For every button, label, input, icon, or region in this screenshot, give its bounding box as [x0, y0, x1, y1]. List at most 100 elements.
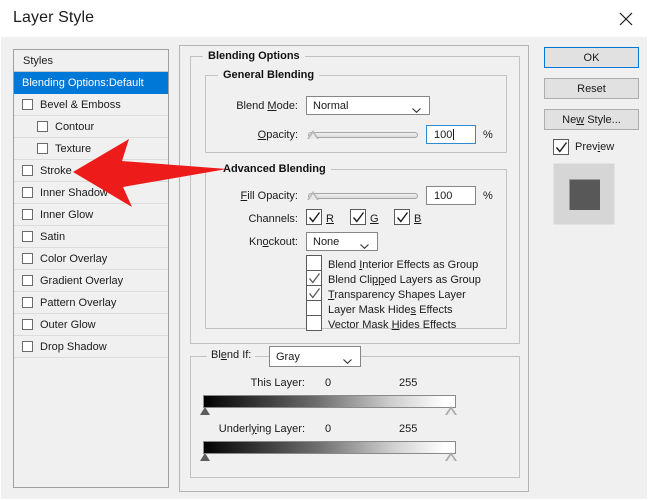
- fill-opacity-input[interactable]: 100: [426, 186, 476, 205]
- style-item-stroke[interactable]: Stroke: [14, 160, 168, 182]
- styles-list[interactable]: Blending Options:Default Bevel & Emboss …: [14, 72, 168, 358]
- channel-checkbox-r[interactable]: [306, 209, 322, 225]
- style-item-label: Stroke: [40, 164, 72, 177]
- ok-button-label: OK: [583, 51, 600, 64]
- style-checkbox[interactable]: [22, 231, 33, 242]
- style-item-blending-options[interactable]: Blending Options:Default: [14, 72, 168, 94]
- opacity-unit: %: [483, 129, 493, 141]
- blend-clipped-layers-checkbox[interactable]: [306, 270, 322, 286]
- channels-label: Channels:: [248, 213, 298, 225]
- advanced-blending-legend: Advanced Blending: [218, 163, 331, 175]
- transparency-shapes-layer-checkbox[interactable]: [306, 285, 322, 301]
- style-checkbox[interactable]: [22, 253, 33, 264]
- fill-opacity-label: Fill Opacity:: [240, 190, 298, 202]
- knockout-value: None: [313, 235, 340, 248]
- style-checkbox[interactable]: [37, 143, 48, 154]
- channel-label-b: B: [414, 213, 422, 225]
- style-item-outer-glow[interactable]: Outer Glow: [14, 314, 168, 336]
- preview-thumbnail: [553, 163, 615, 225]
- fill-opacity-slider-thumb[interactable]: [307, 191, 319, 200]
- style-checkbox[interactable]: [22, 275, 33, 286]
- style-item-label: Inner Glow: [40, 208, 94, 221]
- blend-if-value: Gray: [276, 350, 300, 363]
- style-item-label: Blending Options:Default: [22, 76, 144, 89]
- blend-if-select[interactable]: Gray: [269, 346, 361, 367]
- preview-checkbox[interactable]: [553, 139, 569, 155]
- style-item-color-overlay[interactable]: Color Overlay: [14, 248, 168, 270]
- knockout-select[interactable]: None: [306, 232, 378, 251]
- style-checkbox[interactable]: [22, 209, 33, 220]
- blend-interior-effects-checkbox[interactable]: [306, 255, 322, 271]
- underlying-layer-max: 255: [399, 423, 418, 435]
- underlying-layer-black-stop[interactable]: [200, 453, 210, 461]
- fill-opacity-unit: %: [483, 190, 493, 202]
- chevron-down-icon: [360, 240, 369, 249]
- channel-checkbox-b[interactable]: [394, 209, 410, 225]
- styles-panel: Styles Blending Options:Default Bevel & …: [13, 49, 169, 488]
- underlying-layer-gradient[interactable]: [203, 441, 456, 454]
- layer-style-dialog: Layer Style Styles Blending Options:Defa…: [0, 0, 648, 500]
- style-item-pattern-overlay[interactable]: Pattern Overlay: [14, 292, 168, 314]
- page-title: Layer Style: [13, 9, 95, 26]
- button-column: OK Reset New Style... Preview: [544, 47, 639, 225]
- preview-toggle[interactable]: Preview: [553, 138, 639, 156]
- style-checkbox[interactable]: [22, 297, 33, 308]
- vector-mask-hides-effects-checkbox[interactable]: [306, 315, 322, 331]
- new-style-button[interactable]: New Style...: [544, 109, 639, 130]
- reset-button[interactable]: Reset: [544, 78, 639, 99]
- this-layer-black-stop[interactable]: [200, 407, 210, 415]
- channel-label-g: G: [370, 213, 379, 225]
- style-item-satin[interactable]: Satin: [14, 226, 168, 248]
- options-panel: Blending Options General Blending Blend …: [179, 45, 529, 492]
- style-item-drop-shadow[interactable]: Drop Shadow: [14, 336, 168, 358]
- underlying-layer-label: Underlying Layer:: [218, 423, 305, 435]
- style-item-bevel-emboss[interactable]: Bevel & Emboss: [14, 94, 168, 116]
- opacity-input[interactable]: 100: [426, 125, 476, 144]
- opacity-label: Opacity:: [257, 129, 298, 141]
- style-checkbox[interactable]: [22, 319, 33, 330]
- preview-label: Preview: [575, 141, 615, 153]
- blending-options-group: Blending Options General Blending Blend …: [190, 50, 520, 344]
- blend-if-group: Blend If: Gray This Layer: 0 255 Underly…: [190, 346, 520, 478]
- blend-mode-select[interactable]: Normal: [306, 96, 430, 115]
- transparency-shapes-layer-label: Transparency Shapes Layer: [328, 289, 466, 301]
- this-layer-white-stop[interactable]: [445, 406, 457, 415]
- style-item-inner-shadow[interactable]: Inner Shadow: [14, 182, 168, 204]
- style-checkbox[interactable]: [37, 121, 48, 132]
- close-button[interactable]: [603, 1, 647, 37]
- advanced-blending-group: Advanced Blending Fill Opacity: 100 % Ch…: [205, 163, 507, 331]
- style-item-texture[interactable]: Texture: [14, 138, 168, 160]
- channel-checkbox-g[interactable]: [350, 209, 366, 225]
- this-layer-max: 255: [399, 377, 418, 389]
- layer-mask-hides-effects-checkbox[interactable]: [306, 300, 322, 316]
- reset-button-label: Reset: [577, 82, 606, 95]
- style-item-label: Bevel & Emboss: [40, 98, 121, 111]
- underlying-layer-white-stop[interactable]: [445, 452, 457, 461]
- this-layer-min: 0: [325, 377, 332, 389]
- opacity-slider-thumb[interactable]: [307, 130, 319, 139]
- style-checkbox[interactable]: [22, 165, 33, 176]
- styles-header-label: Styles: [23, 55, 53, 67]
- style-item-label: Texture: [55, 142, 92, 155]
- style-item-gradient-overlay[interactable]: Gradient Overlay: [14, 270, 168, 292]
- style-item-label: Pattern Overlay: [40, 296, 117, 309]
- blend-mode-value: Normal: [313, 99, 349, 112]
- this-layer-gradient[interactable]: [203, 395, 456, 408]
- close-icon: [619, 12, 633, 26]
- blend-mode-label: Blend Mode:: [236, 100, 298, 112]
- knockout-label: Knockout:: [249, 236, 298, 248]
- dialog-body: Styles Blending Options:Default Bevel & …: [1, 37, 647, 499]
- style-item-label: Satin: [40, 230, 66, 243]
- style-checkbox[interactable]: [22, 99, 33, 110]
- style-item-inner-glow[interactable]: Inner Glow: [14, 204, 168, 226]
- style-checkbox[interactable]: [22, 187, 33, 198]
- style-item-contour[interactable]: Contour: [14, 116, 168, 138]
- fill-opacity-slider[interactable]: [308, 193, 418, 199]
- blend-if-legend-spacer: [261, 350, 264, 362]
- blend-if-label: Blend If:: [207, 349, 256, 361]
- style-checkbox[interactable]: [22, 341, 33, 352]
- blend-interior-effects-label: Blend Interior Effects as Group: [328, 259, 479, 271]
- opacity-slider[interactable]: [308, 132, 418, 138]
- ok-button[interactable]: OK: [544, 47, 639, 68]
- text-caret: [453, 129, 455, 140]
